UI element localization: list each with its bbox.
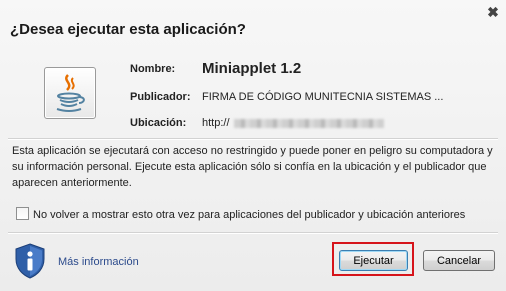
location-url: http:// <box>202 117 230 129</box>
name-label: Nombre: <box>130 63 176 75</box>
close-icon[interactable]: ✖ <box>485 4 501 20</box>
redacted-url <box>233 118 384 128</box>
dont-show-again-row[interactable]: No volver a mostrar esto otra vez para a… <box>16 207 465 221</box>
run-button[interactable]: Ejecutar <box>339 250 408 271</box>
divider <box>8 232 498 234</box>
location-label: Ubicación: <box>130 117 187 129</box>
app-name: Miniapplet 1.2 <box>202 60 302 77</box>
more-info-link[interactable]: Más información <box>58 256 139 268</box>
publisher-value: FIRMA DE CÓDIGO MUNITECNIA SISTEMAS ... <box>202 91 444 103</box>
java-icon <box>44 67 96 119</box>
publisher-label: Publicador: <box>130 91 191 103</box>
shield-info-icon <box>13 243 47 284</box>
location-value: http:// <box>202 117 384 129</box>
dont-show-again-label: No volver a mostrar esto otra vez para a… <box>33 209 466 221</box>
dialog-title: ¿Desea ejecutar esta aplicación? <box>10 21 246 38</box>
warning-text: Esta aplicación se ejecutará con acceso … <box>12 145 493 189</box>
cancel-button[interactable]: Cancelar <box>423 250 495 271</box>
divider <box>8 138 498 140</box>
security-dialog: ¿Desea ejecutar esta aplicación? ✖ Nombr… <box>0 0 506 291</box>
dont-show-again-checkbox[interactable] <box>16 207 29 220</box>
